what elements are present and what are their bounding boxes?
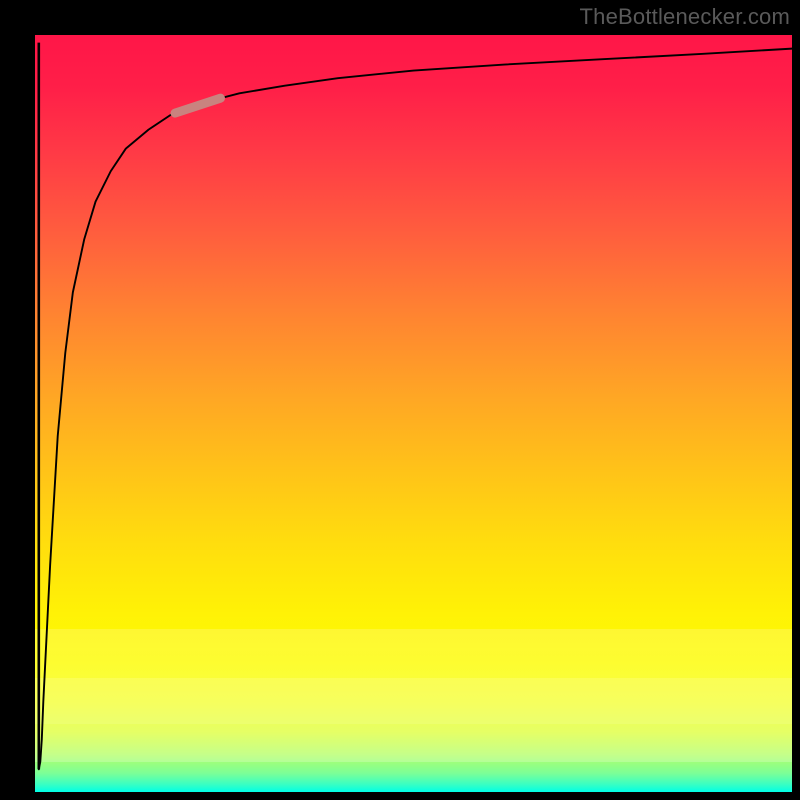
- highlight-marker: [175, 98, 221, 113]
- bottleneck-curve: [39, 49, 792, 770]
- plot-area: [35, 35, 792, 792]
- attribution-text: TheBottlenecker.com: [580, 4, 790, 30]
- curve-layer: [35, 35, 792, 792]
- chart-stage: TheBottlenecker.com: [0, 0, 800, 800]
